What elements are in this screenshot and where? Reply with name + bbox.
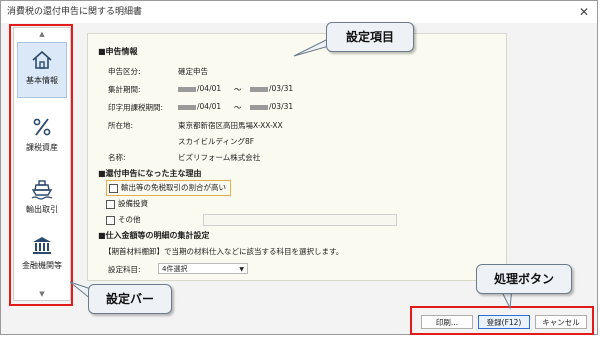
tax-period-start: /04/01 bbox=[197, 84, 222, 93]
title-bar: 消費税の還付申告に関する明細書 ✕ bbox=[1, 1, 597, 23]
reason-capex-checkbox[interactable]: 設備投資 bbox=[106, 198, 148, 210]
accounts-select[interactable]: 4件選択 ▼ bbox=[158, 263, 248, 274]
reason-label: 設備投資 bbox=[118, 199, 148, 208]
print-period-end: /03/31 bbox=[269, 102, 294, 111]
purchase-note: 【期首材料棚卸】で当期の材料仕入などに該当する科目を選択します。 bbox=[104, 247, 344, 256]
window-title: 消費税の還付申告に関する明細書 bbox=[7, 7, 143, 17]
settings-panel: ■申告情報 申告区分: 確定申告 集計期間: /04/01 ～ /03/31 印… bbox=[87, 33, 507, 281]
checkbox-icon bbox=[109, 183, 118, 193]
settings-items-callout: 設定項目 bbox=[326, 22, 414, 52]
print-period-start: /04/01 bbox=[197, 102, 222, 111]
tax-period-separator: ～ bbox=[234, 85, 242, 94]
address-line1: 東京都新宿区高田馬場X-XX-XX bbox=[178, 121, 283, 130]
tax-period-end: /03/31 bbox=[269, 84, 294, 93]
tax-period-label: 集計期間: bbox=[108, 85, 141, 94]
print-period-separator: ～ bbox=[234, 103, 242, 112]
redacted-year bbox=[178, 104, 196, 110]
filing-section-title: ■申告情報 bbox=[98, 47, 138, 56]
reason-export-checkbox[interactable]: 輸出等の免税取引の割合が高い bbox=[106, 180, 231, 196]
redacted-year bbox=[250, 86, 268, 92]
reason-other-checkbox[interactable]: その他 bbox=[106, 214, 141, 226]
print-period-label: 印字用課税期間: bbox=[108, 103, 164, 112]
filing-type-value: 確定申告 bbox=[178, 67, 208, 76]
print-period-range: /04/01 ～ /03/31 bbox=[178, 102, 318, 112]
checkbox-icon bbox=[106, 215, 115, 225]
reason-label: 輸出等の免税取引の割合が高い bbox=[121, 183, 226, 192]
redacted-year bbox=[178, 86, 196, 92]
filing-type-label: 申告区分: bbox=[108, 67, 141, 76]
redacted-year bbox=[250, 104, 268, 110]
tax-period-range: /04/01 ～ /03/31 bbox=[178, 84, 318, 94]
accounts-selected-value: 4件選択 bbox=[162, 265, 188, 273]
reason-label: その他 bbox=[118, 215, 141, 224]
other-reason-input[interactable] bbox=[203, 214, 397, 226]
company-name-value: ビズリフォーム株式会社 bbox=[178, 153, 261, 162]
settings-bar-highlight bbox=[9, 24, 73, 306]
chevron-down-icon: ▼ bbox=[239, 266, 244, 273]
address-line2: スカイビルディング8F bbox=[178, 137, 255, 146]
accounts-label: 設定科目: bbox=[108, 265, 141, 274]
purchase-section-title: ■仕入金額等の明細の集計設定 bbox=[98, 231, 210, 240]
address-label: 所在地: bbox=[108, 121, 134, 130]
settings-bar-callout: 設定バー bbox=[88, 284, 172, 314]
close-icon[interactable]: ✕ bbox=[579, 1, 589, 23]
refund-section-title: ■還付申告になった主な理由 bbox=[98, 169, 202, 178]
company-name-label: 名称: bbox=[108, 153, 126, 162]
checkbox-icon bbox=[106, 199, 115, 209]
process-buttons-callout: 処理ボタン bbox=[476, 264, 572, 294]
